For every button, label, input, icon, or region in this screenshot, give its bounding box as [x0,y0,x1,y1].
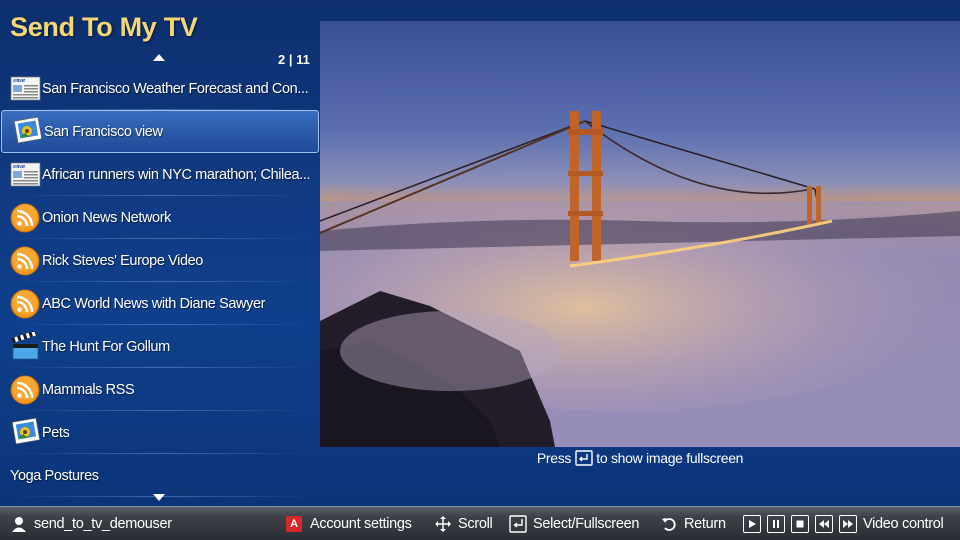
list-item-label: Yoga Postures [10,467,99,484]
return-label: Return [684,515,726,532]
clapperboard-icon [10,330,42,362]
red-a-key-icon: A [286,515,302,532]
stop-icon [791,514,809,533]
video-control-hint: Video control [743,514,944,533]
photo-icon [12,116,44,147]
select-hint: Select/Fullscreen [509,514,640,533]
return-arrow-icon [660,515,678,533]
scroll-hint: Scroll [434,515,493,533]
fast-forward-icon [839,514,857,533]
image-preview[interactable] [320,21,960,447]
user-icon [10,515,28,533]
pause-icon [767,514,785,533]
list-item-selected[interactable]: San Francisco view [1,110,319,153]
list-item[interactable]: Onion News Network [0,196,320,239]
scroll-label: Scroll [458,515,493,532]
svg-text:NEWS: NEWS [13,78,25,83]
rss-icon [10,289,42,319]
news-icon: NEWS [10,160,42,190]
username: send_to_tv_demouser [34,515,172,532]
page-counter: 2 | 11 [278,52,310,67]
list-item-label: The Hunt For Gollum [42,338,170,355]
news-icon: NEWS [10,74,42,104]
content-list: NEWS San Francisco Weather Forecast and … [0,67,320,497]
footer-bar: send_to_tv_demouser A Account settings S… [0,506,960,540]
app-title: Send To My TV [10,12,198,42]
list-item[interactable]: NEWS African runners win NYC marathon; C… [0,153,320,196]
list-item[interactable]: Pets [0,411,320,454]
rewind-icon [815,514,833,533]
scroll-up-arrow-icon[interactable] [153,54,165,61]
list-item[interactable]: Mammals RSS [0,368,320,411]
user-info: send_to_tv_demouser [10,515,172,533]
list-item[interactable]: ABC World News with Diane Sawyer [0,282,320,325]
list-item-label: African runners win NYC marathon; Chilea… [42,166,311,183]
caption-suffix: to show image fullscreen [596,450,744,466]
list-item-label: San Francisco Weather Forecast and Con..… [42,80,309,97]
caption-prefix: Press [536,450,572,466]
send-to-tv-app: Send To My TV 2 | 11 NEWS San Francisco … [0,0,960,540]
preview-caption: Press to show image fullscreen [320,450,960,466]
list-item-label: Pets [42,424,70,441]
golden-gate-bridge-image [320,21,960,447]
rss-icon [10,375,42,405]
list-item-label: San Francisco view [44,123,163,140]
list-item-label: Rick Steves' Europe Video [42,252,203,269]
four-way-arrow-icon [434,515,452,533]
list-item[interactable]: Rick Steves' Europe Video [0,239,320,282]
list-item[interactable]: Yoga Postures [0,454,320,497]
rss-icon [10,203,42,233]
list-item[interactable]: The Hunt For Gollum [0,325,320,368]
enter-key-icon [575,450,593,466]
svg-text:NEWS: NEWS [13,164,25,169]
list-item-label: ABC World News with Diane Sawyer [42,295,266,312]
select-label: Select/Fullscreen [533,515,640,532]
return-hint: Return [660,515,726,533]
list-item-label: Mammals RSS [42,381,135,398]
account-settings-label: Account settings [310,515,412,532]
list-item[interactable]: NEWS San Francisco Weather Forecast and … [0,67,320,110]
video-control-label: Video control [863,515,944,532]
rss-icon [10,246,42,276]
play-icon [743,514,761,533]
list-item-label: Onion News Network [42,209,171,226]
enter-key-icon [509,514,527,533]
scroll-down-arrow-icon[interactable] [153,494,165,501]
account-settings-hint[interactable]: A Account settings [286,515,412,532]
photo-icon [10,417,42,448]
